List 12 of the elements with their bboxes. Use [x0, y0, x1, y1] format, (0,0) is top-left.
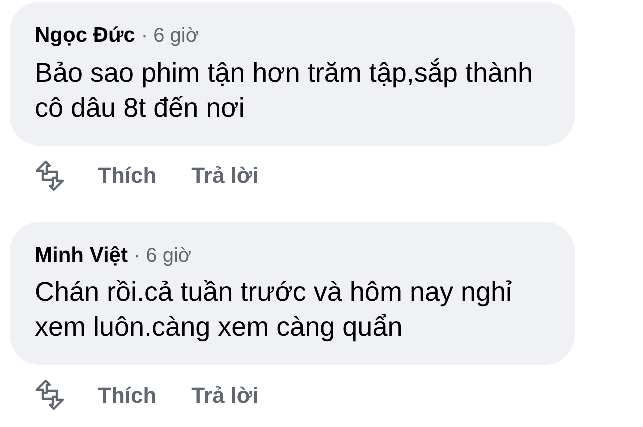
like-link[interactable]: Thích	[98, 378, 157, 412]
comment-time: · 6 giờ	[141, 24, 199, 49]
swap-arrows-icon[interactable]	[35, 379, 65, 411]
author-name[interactable]: Ngọc Đức	[35, 20, 136, 52]
reply-link[interactable]: Trả lời	[192, 159, 259, 192]
like-link[interactable]: Thích	[98, 159, 157, 192]
reply-link[interactable]: Trả lời	[192, 378, 259, 412]
comment-text: Bảo sao phim tận hơn trăm tập,sắp thành cô dâu 8t đến nơi	[35, 56, 534, 124]
swap-arrows-icon[interactable]	[35, 160, 65, 192]
author-name[interactable]: Minh Việt	[35, 240, 128, 271]
comment-text: Chán rồi.cả tuần trước và hôm nay nghỉ xem luôn.càng xem càng quẩn	[35, 276, 514, 344]
comment-time: · 6 giờ	[134, 244, 192, 268]
